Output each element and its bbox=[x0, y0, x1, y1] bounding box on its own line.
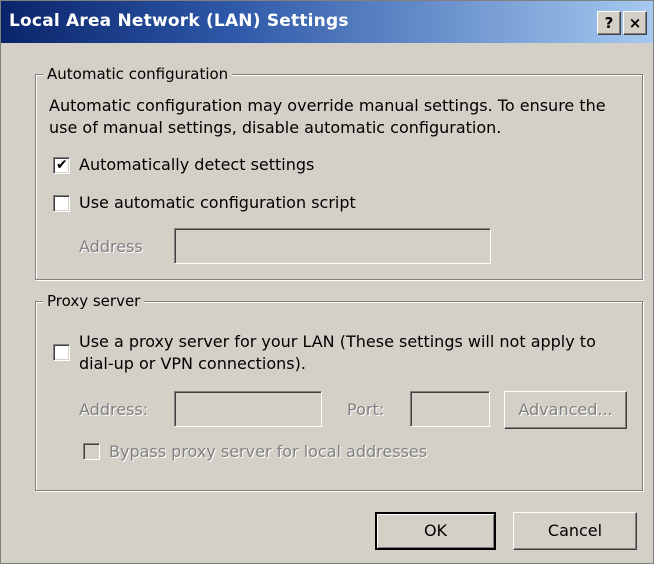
cancel-button-label: Cancel bbox=[547, 521, 603, 540]
proxy-port-field[interactable] bbox=[410, 391, 490, 427]
auto-detect-checkbox[interactable]: ✔ bbox=[53, 157, 70, 174]
ok-button-label: OK bbox=[423, 521, 448, 540]
proxy-address-field[interactable] bbox=[174, 391, 322, 427]
title-bar[interactable]: Local Area Network (LAN) Settings ? × bbox=[1, 1, 653, 43]
advanced-button[interactable]: Advanced... bbox=[504, 391, 627, 429]
use-proxy-checkbox[interactable] bbox=[53, 344, 70, 361]
auto-config-script-checkbox[interactable] bbox=[53, 195, 70, 212]
help-icon: ? bbox=[604, 14, 614, 32]
auto-config-description-line2: use of manual settings, disable automati… bbox=[49, 118, 502, 137]
use-proxy-label-line1[interactable]: Use a proxy server for your LAN (These s… bbox=[79, 331, 596, 353]
proxy-port-label: Port: bbox=[347, 400, 385, 419]
script-address-label: Address bbox=[79, 237, 143, 256]
window-title: Local Area Network (LAN) Settings bbox=[9, 11, 349, 31]
auto-config-description-line1: Automatic configuration may override man… bbox=[49, 96, 606, 115]
help-button[interactable]: ? bbox=[597, 11, 621, 35]
auto-config-script-label[interactable]: Use automatic configuration script bbox=[79, 192, 356, 214]
cancel-button[interactable]: Cancel bbox=[513, 512, 637, 550]
bypass-local-label[interactable]: Bypass proxy server for local addresses bbox=[109, 441, 427, 463]
lan-settings-dialog: Local Area Network (LAN) Settings ? × Au… bbox=[0, 0, 654, 564]
auto-config-group-label: Automatic configuration bbox=[43, 65, 233, 83]
script-address-field[interactable] bbox=[174, 228, 491, 264]
proxy-address-label: Address: bbox=[79, 400, 149, 419]
proxy-server-group-label: Proxy server bbox=[43, 292, 145, 310]
use-proxy-label-line2[interactable]: dial-up or VPN connections). bbox=[79, 353, 306, 375]
ok-button[interactable]: OK bbox=[375, 512, 496, 550]
checkmark-icon: ✔ bbox=[56, 157, 68, 173]
close-button[interactable]: × bbox=[623, 11, 647, 35]
advanced-button-label: Advanced... bbox=[518, 400, 613, 419]
auto-detect-label[interactable]: Automatically detect settings bbox=[79, 154, 314, 176]
close-icon: × bbox=[628, 14, 642, 32]
bypass-local-checkbox[interactable] bbox=[83, 443, 100, 460]
